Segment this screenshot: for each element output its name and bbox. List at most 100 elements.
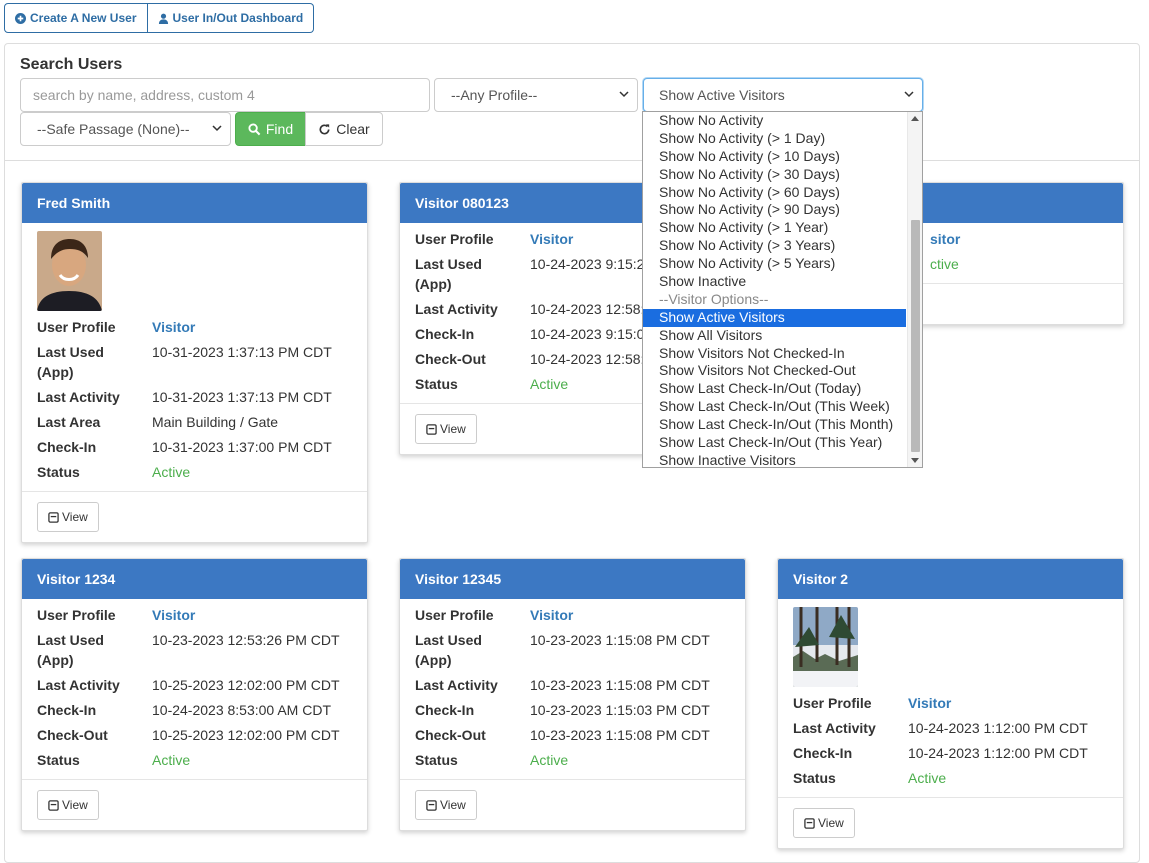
status-value: Active (152, 752, 191, 768)
profile-select-value: --Any Profile-- (451, 87, 538, 103)
last-activity-value: 10-24-2023 12:58: (530, 301, 645, 317)
dropdown-option[interactable]: Show Visitors Not Checked-In (643, 345, 906, 363)
find-label: Find (265, 121, 294, 137)
search-icon (248, 122, 261, 135)
safe-passage-select[interactable]: --Safe Passage (None)-- (20, 112, 231, 146)
dropdown-option[interactable]: Show Last Check-In/Out (Today) (643, 380, 906, 398)
dropdown-option[interactable]: Show No Activity (> 30 Days) (643, 166, 906, 184)
profile-link[interactable]: Visitor (152, 605, 195, 625)
profile-link[interactable]: sitor (930, 229, 960, 249)
last-activity-label: Last Activity (415, 677, 498, 693)
safe-passage-value: --Safe Passage (None)-- (37, 121, 190, 137)
dropdown-option[interactable]: Show No Activity (> 60 Days) (643, 184, 906, 202)
user-card: Visitor 2 User Profile Visitor Last Activ… (777, 558, 1124, 849)
find-button[interactable]: Find (235, 112, 306, 146)
dropdown-option[interactable]: Show No Activity (> 10 Days) (643, 148, 906, 166)
dropdown-option[interactable]: Show Visitors Not Checked-Out (643, 362, 906, 380)
last-activity-value: 10-31-2023 1:37:13 PM CDT (152, 389, 332, 405)
checkout-label: Check-Out (415, 351, 486, 367)
create-user-label: Create A New User (30, 11, 137, 25)
checkin-label: Check-In (415, 702, 475, 718)
status-label: Status (415, 376, 458, 392)
last-activity-label: Last Activity (415, 301, 498, 317)
avatar (37, 231, 102, 311)
user-card: Visitor 12345 User Profile Visitor Last U… (399, 558, 746, 831)
refresh-icon (319, 123, 330, 134)
view-label: View (62, 798, 88, 812)
last-used-value: 10-23-2023 12:53:26 PM CDT (152, 632, 340, 648)
plus-circle-icon (15, 12, 26, 24)
status-value: Active (152, 464, 191, 480)
scrollbar-thumb[interactable] (911, 220, 920, 452)
checkin-label: Check-In (415, 326, 475, 342)
user-dashboard-button[interactable]: User In/Out Dashboard (147, 3, 315, 33)
status-label: Status (37, 464, 80, 480)
user-dashboard-label: User In/Out Dashboard (172, 11, 304, 25)
dropdown-option[interactable]: Show No Activity (643, 112, 906, 130)
card-title: Fred Smith (22, 183, 367, 223)
checkout-label: Check-Out (415, 727, 486, 743)
chevron-down-icon (619, 91, 629, 98)
profile-link[interactable]: Visitor (908, 693, 951, 713)
dropdown-scrollbar[interactable] (907, 112, 922, 467)
clear-button[interactable]: Clear (305, 112, 383, 146)
last-used-value: 10-31-2023 1:37:13 PM CDT (152, 344, 332, 360)
window-icon (426, 423, 437, 435)
dropdown-option[interactable]: Show Last Check-In/Out (This Month) (643, 416, 906, 434)
profile-link[interactable]: Visitor (152, 317, 195, 337)
dropdown-option[interactable]: Show No Activity (> 5 Years) (643, 255, 906, 273)
view-label: View (440, 798, 466, 812)
dropdown-option[interactable]: Show No Activity (> 3 Years) (643, 237, 906, 255)
last-activity-value: 10-24-2023 1:12:00 PM CDT (908, 720, 1088, 736)
status-label: Status (415, 752, 458, 768)
view-button[interactable]: View (37, 790, 99, 820)
checkin-value: 10-24-2023 8:53:00 AM CDT (152, 702, 331, 718)
scroll-down-icon[interactable] (911, 458, 919, 463)
last-used-label: Last Used (App) (415, 632, 482, 668)
last-activity-value: 10-23-2023 1:15:08 PM CDT (530, 677, 710, 693)
status-value: Active (530, 376, 569, 392)
profile-link[interactable]: Visitor (530, 605, 573, 625)
last-area-label: Last Area (37, 414, 101, 430)
last-area-value: Main Building / Gate (152, 414, 279, 430)
last-used-label: Last Used (App) (37, 632, 104, 668)
view-label: View (818, 816, 844, 830)
dropdown-option[interactable]: Show No Activity (> 1 Day) (643, 130, 906, 148)
top-button-group: Create A New User User In/Out Dashboard (4, 3, 315, 33)
dropdown-option[interactable]: Show Inactive Visitors (643, 452, 906, 467)
window-icon (48, 799, 59, 811)
last-activity-label: Last Activity (793, 720, 876, 736)
dropdown-option[interactable]: Show Last Check-In/Out (This Year) (643, 434, 906, 452)
scroll-up-icon[interactable] (911, 116, 919, 121)
view-button[interactable]: View (415, 790, 477, 820)
status-dropdown-list[interactable]: Show No Activity Show No Activity (> 1 D… (642, 111, 923, 468)
last-used-value: 10-24-2023 9:15:2 (530, 256, 645, 272)
window-icon (48, 511, 59, 523)
view-button[interactable]: View (37, 502, 99, 532)
dropdown-option-selected[interactable]: Show Active Visitors (643, 308, 906, 327)
user-card: Visitor 1234 User Profile Visitor Last Us… (21, 558, 368, 831)
create-user-button[interactable]: Create A New User (4, 3, 148, 33)
profile-link[interactable]: Visitor (530, 229, 573, 249)
dropdown-option[interactable]: Show No Activity (> 90 Days) (643, 201, 906, 219)
checkin-label: Check-In (37, 702, 97, 718)
checkout-value: 10-25-2023 12:02:00 PM CDT (152, 727, 340, 743)
search-input[interactable]: search by name, address, custom 4 (20, 78, 430, 112)
dropdown-option[interactable]: Show Inactive (643, 273, 906, 291)
dropdown-option[interactable]: Show Last Check-In/Out (This Week) (643, 398, 906, 416)
profile-select[interactable]: --Any Profile-- (434, 78, 638, 112)
last-used-value: 10-23-2023 1:15:08 PM CDT (530, 632, 710, 648)
search-title: Search Users (20, 56, 123, 73)
profile-label: User Profile (37, 319, 116, 335)
chevron-down-icon (904, 91, 914, 98)
view-button[interactable]: View (415, 414, 477, 444)
panel-divider (5, 160, 1139, 161)
dropdown-option[interactable]: Show No Activity (> 1 Year) (643, 219, 906, 237)
view-button[interactable]: View (793, 808, 855, 838)
dropdown-option[interactable]: Show All Visitors (643, 327, 906, 345)
status-value: ctive (930, 256, 959, 272)
window-icon (426, 799, 437, 811)
status-select[interactable]: Show Active Visitors (643, 78, 923, 112)
checkout-value: 10-23-2023 1:15:08 PM CDT (530, 727, 710, 743)
status-select-value: Show Active Visitors (659, 87, 785, 103)
